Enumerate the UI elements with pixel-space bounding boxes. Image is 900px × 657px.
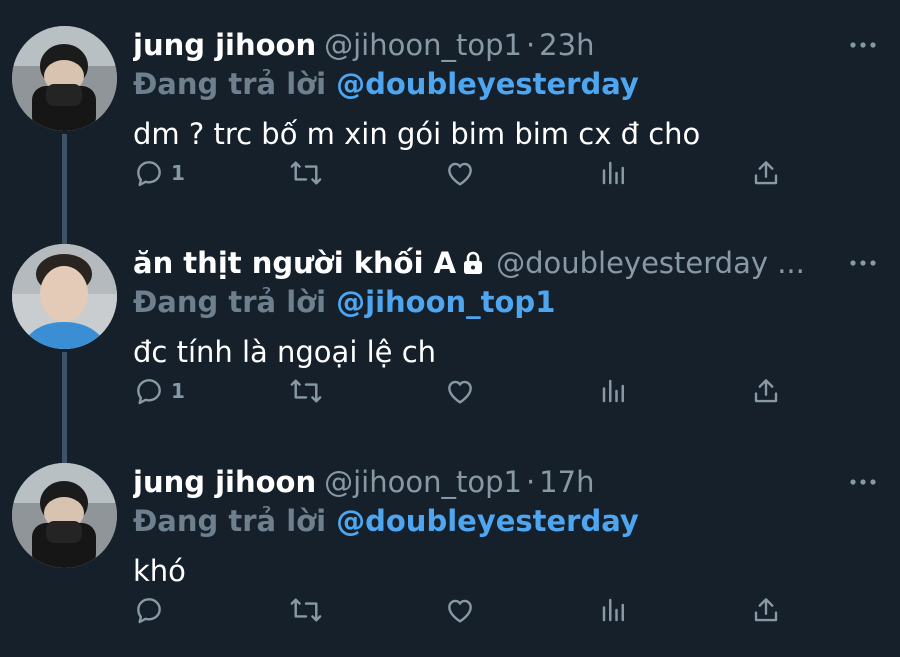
tweet-text: đc tính là ngoại lệ ch <box>133 335 437 369</box>
avatar[interactable] <box>12 463 117 568</box>
replying-to: Đang trả lời @doubleyesterday <box>133 62 639 106</box>
separator-dot: · <box>525 28 536 62</box>
tweet-actions: 1 <box>133 153 793 193</box>
tweet-header: ăn thịt người khối A @doubleyesterday ... <box>133 241 840 285</box>
stats-button[interactable] <box>599 153 629 193</box>
avatar-person-blue-shirt-icon <box>12 244 117 349</box>
tweet-header: jung jihoon @jihoon_top1 · 23h <box>133 23 840 67</box>
replying-to: Đang trả lời @jihoon_top1 <box>133 280 555 324</box>
share-button[interactable] <box>751 590 781 630</box>
display-name[interactable]: ăn thịt người khối A <box>133 246 456 280</box>
avatar[interactable] <box>12 244 117 349</box>
retweet-icon <box>290 161 322 185</box>
like-icon <box>448 599 472 623</box>
retweet-button[interactable] <box>288 590 324 630</box>
reply-icon <box>137 379 161 405</box>
stats-icon <box>602 598 624 622</box>
share-button[interactable] <box>751 153 781 193</box>
like-icon <box>448 380 472 404</box>
share-icon <box>754 161 778 185</box>
share-button[interactable] <box>751 371 781 411</box>
more-icon[interactable] <box>848 248 878 278</box>
timestamp[interactable]: 17h <box>539 465 594 499</box>
separator-dot: · <box>525 465 536 499</box>
reply-count: 1 <box>171 379 185 403</box>
stats-button[interactable] <box>599 590 629 630</box>
replying-to-label: Đang trả lời <box>133 285 327 319</box>
display-name[interactable]: jung jihoon <box>133 465 316 499</box>
lock-icon <box>462 243 484 285</box>
user-handle[interactable]: @jihoon_top1 <box>324 465 522 499</box>
retweet-button[interactable] <box>288 371 324 411</box>
avatar-masked-person-icon <box>12 463 117 568</box>
tweet-text: khó <box>133 554 186 588</box>
user-handle[interactable]: @jihoon_top1 <box>324 28 522 62</box>
more-icon[interactable] <box>848 467 878 497</box>
like-button[interactable] <box>444 371 476 411</box>
reply-icon <box>137 598 161 624</box>
reply-button[interactable] <box>133 590 171 630</box>
mention-link[interactable]: @doubleyesterday <box>336 67 639 101</box>
reply-icon <box>137 161 161 187</box>
share-icon <box>754 598 778 622</box>
tweet[interactable]: ăn thịt người khối A @doubleyesterday ...… <box>0 218 900 436</box>
like-button[interactable] <box>444 153 476 193</box>
replying-to: Đang trả lời @doubleyesterday <box>133 499 639 543</box>
retweet-icon <box>290 379 322 403</box>
timestamp[interactable]: 23h <box>539 28 594 62</box>
tweet[interactable]: jung jihoon @jihoon_top1 · 17h Đang trả lời… <box>0 437 900 655</box>
mention-link[interactable]: @jihoon_top1 <box>336 285 555 319</box>
like-icon <box>448 162 472 186</box>
display-name[interactable]: jung jihoon <box>133 28 316 62</box>
tweet-actions <box>133 590 793 630</box>
tweet-header: jung jihoon @jihoon_top1 · 17h <box>133 460 840 504</box>
mention-link[interactable]: @doubleyesterday <box>336 504 639 538</box>
tweet-text: dm ? trc bố m xin gói bim bim cx đ cho <box>133 117 701 151</box>
share-icon <box>754 379 778 403</box>
more-icon[interactable] <box>848 30 878 60</box>
retweet-button[interactable] <box>288 153 324 193</box>
tweet[interactable]: jung jihoon @jihoon_top1 · 23h Đang trả lời… <box>0 0 900 218</box>
like-button[interactable] <box>444 590 476 630</box>
reply-count: 1 <box>171 161 185 185</box>
avatar-masked-person-icon <box>12 26 117 131</box>
avatar[interactable] <box>12 26 117 131</box>
reply-button[interactable]: 1 <box>133 153 185 193</box>
tweet-actions: 1 <box>133 371 793 411</box>
stats-icon <box>602 161 624 185</box>
retweet-icon <box>290 598 322 622</box>
user-handle[interactable]: @doubleyesterday ... <box>496 246 805 280</box>
reply-button[interactable]: 1 <box>133 371 185 411</box>
replying-to-label: Đang trả lời <box>133 504 327 538</box>
stats-button[interactable] <box>599 371 629 411</box>
stats-icon <box>602 379 624 403</box>
replying-to-label: Đang trả lời <box>133 67 327 101</box>
